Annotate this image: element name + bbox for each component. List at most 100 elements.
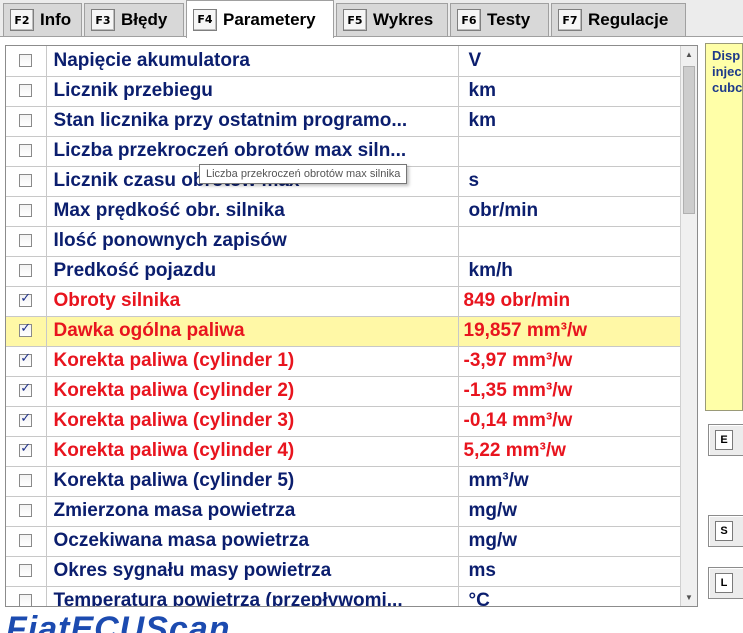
param-value: 5,22 mm³/w	[458, 436, 681, 467]
param-row-selected[interactable]: Dawka ogólna paliwa 19,857 mm³/w	[6, 316, 681, 347]
param-value: -0,14 mm³/w	[458, 406, 681, 437]
param-name: Zmierzona masa powietrza	[46, 496, 459, 527]
f5-key-badge: F5	[343, 9, 367, 31]
tab-label: Wykres	[373, 10, 434, 29]
param-checkbox[interactable]	[19, 381, 33, 398]
side-button-e[interactable]: E	[708, 424, 743, 456]
tab-wykres[interactable]: F5 Wykres	[336, 3, 448, 36]
param-checkbox[interactable]	[19, 594, 33, 606]
param-name: Napięcie akumulatora	[46, 46, 459, 77]
param-value: V	[458, 46, 681, 77]
param-value: mg/w	[458, 526, 681, 557]
f4-key-badge: F4	[193, 8, 217, 31]
param-checkbox[interactable]	[19, 84, 33, 98]
param-checkbox[interactable]	[19, 441, 33, 458]
param-row[interactable]: Temperatura powietrza (przepływomi... °C	[6, 586, 681, 606]
tab-testy[interactable]: F6 Testy	[450, 3, 549, 36]
param-checkbox[interactable]	[19, 264, 33, 278]
param-row[interactable]: Obroty silnika 849 obr/min	[6, 286, 681, 317]
vertical-scrollbar[interactable]: ▲ ▼	[680, 46, 697, 606]
param-checkbox[interactable]	[19, 321, 33, 338]
tab-info[interactable]: F2 Info	[3, 3, 82, 36]
param-value: km	[458, 76, 681, 107]
param-name: Max prędkość obr. silnika	[46, 196, 459, 227]
param-row[interactable]: Predkość pojazdu km/h	[6, 256, 681, 287]
param-value	[458, 226, 681, 257]
param-value: °C	[458, 586, 681, 606]
param-name: Dawka ogólna paliwa	[46, 316, 459, 347]
param-row[interactable]: Korekta paliwa (cylinder 1) -3,97 mm³/w	[6, 346, 681, 377]
param-checkbox[interactable]	[19, 504, 33, 518]
info-panel: Disp injec cubc	[705, 43, 743, 411]
tab-label: Parametery	[223, 9, 316, 29]
side-button-s[interactable]: S	[708, 515, 743, 547]
tab-bar: F2 Info F3 Błędy F4 Parametery F5 Wykres…	[0, 0, 743, 38]
tab-label: Błędy	[121, 10, 168, 29]
logo-text: FiatECUScan	[6, 612, 231, 633]
scroll-down-arrow-icon[interactable]: ▼	[681, 589, 697, 606]
tab-label: Regulacje	[588, 10, 669, 29]
scroll-thumb[interactable]	[683, 66, 695, 214]
param-row[interactable]: Zmierzona masa powietrza mg/w	[6, 496, 681, 527]
param-name: Korekta paliwa (cylinder 2)	[46, 376, 459, 407]
param-row[interactable]: Stan licznika przy ostatnim programo... …	[6, 106, 681, 137]
scroll-up-arrow-icon[interactable]: ▲	[681, 46, 697, 63]
param-checkbox[interactable]	[19, 204, 33, 218]
param-checkbox[interactable]	[19, 114, 33, 128]
param-row[interactable]: Korekta paliwa (cylinder 5) mm³/w	[6, 466, 681, 497]
param-checkbox[interactable]	[19, 351, 33, 368]
info-line: injec	[712, 64, 742, 79]
param-row[interactable]: Liczba przekroczeń obrotów max siln...	[6, 136, 681, 167]
param-name: Obroty silnika	[46, 286, 459, 317]
param-value: -1,35 mm³/w	[458, 376, 681, 407]
param-name: Predkość pojazdu	[46, 256, 459, 287]
param-value: 849 obr/min	[458, 286, 681, 317]
param-value: obr/min	[458, 196, 681, 227]
s-key-badge: S	[715, 521, 733, 541]
f2-key-badge: F2	[10, 9, 34, 31]
param-row[interactable]: Oczekiwana masa powietrza mg/w	[6, 526, 681, 557]
param-row[interactable]: Max prędkość obr. silnika obr/min	[6, 196, 681, 227]
l-key-badge: L	[715, 573, 733, 593]
param-checkbox[interactable]	[19, 474, 33, 488]
param-checkbox[interactable]	[19, 411, 33, 428]
param-checkbox[interactable]	[19, 291, 33, 308]
app-logo: FiatECUScan	[6, 612, 266, 633]
param-row[interactable]: Okres sygnału masy powietrza ms	[6, 556, 681, 587]
param-name: Okres sygnału masy powietrza	[46, 556, 459, 587]
param-row[interactable]: Napięcie akumulatora V	[6, 46, 681, 77]
param-row[interactable]: Ilość ponownych zapisów	[6, 226, 681, 257]
param-value: ms	[458, 556, 681, 587]
param-name: Oczekiwana masa powietrza	[46, 526, 459, 557]
param-row[interactable]: Korekta paliwa (cylinder 4) 5,22 mm³/w	[6, 436, 681, 467]
param-row[interactable]: Licznik przebiegu km	[6, 76, 681, 107]
param-value: km/h	[458, 256, 681, 287]
param-name: Korekta paliwa (cylinder 3)	[46, 406, 459, 437]
param-value: 19,857 mm³/w	[458, 316, 681, 347]
f7-key-badge: F7	[558, 9, 582, 31]
side-button-l[interactable]: L	[708, 567, 743, 599]
param-checkbox[interactable]	[19, 144, 33, 158]
tooltip: Liczba przekroczeń obrotów max silnika	[199, 164, 408, 184]
param-row[interactable]: Korekta paliwa (cylinder 3) -0,14 mm³/w	[6, 406, 681, 437]
f3-key-badge: F3	[91, 9, 115, 31]
param-name: Korekta paliwa (cylinder 5)	[46, 466, 459, 497]
param-checkbox[interactable]	[19, 534, 33, 548]
param-checkbox[interactable]	[19, 234, 33, 248]
param-row[interactable]: Korekta paliwa (cylinder 2) -1,35 mm³/w	[6, 376, 681, 407]
param-checkbox[interactable]	[19, 54, 33, 68]
param-value	[458, 136, 681, 167]
param-name: Stan licznika przy ostatnim programo...	[46, 106, 459, 137]
tab-label: Testy	[487, 10, 531, 29]
param-value: km	[458, 106, 681, 137]
param-checkbox[interactable]	[19, 174, 33, 188]
tab-regulacje[interactable]: F7 Regulacje	[551, 3, 686, 36]
tab-parametery[interactable]: F4 Parametery	[186, 0, 334, 38]
param-name: Licznik przebiegu	[46, 76, 459, 107]
tab-bledy[interactable]: F3 Błędy	[84, 3, 184, 36]
param-checkbox[interactable]	[19, 564, 33, 578]
param-value: mg/w	[458, 496, 681, 527]
param-value: -3,97 mm³/w	[458, 346, 681, 377]
f6-key-badge: F6	[457, 9, 481, 31]
param-name: Korekta paliwa (cylinder 4)	[46, 436, 459, 467]
